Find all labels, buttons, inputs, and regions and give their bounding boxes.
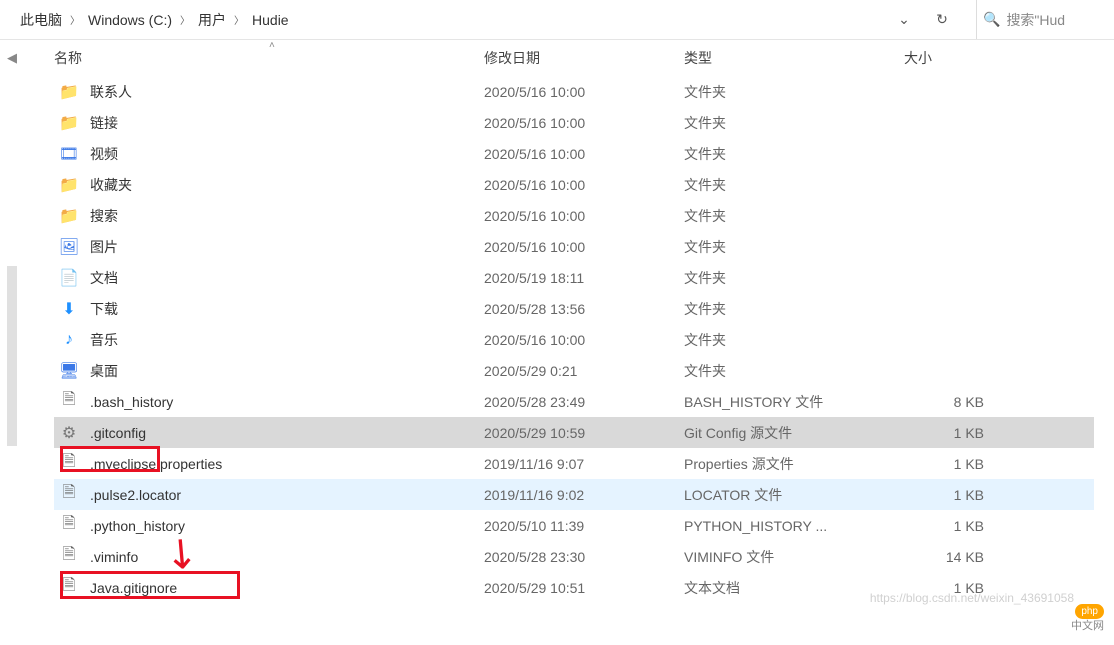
refresh-button[interactable]: ↻: [928, 6, 956, 34]
header-size[interactable]: 大小: [904, 48, 1004, 68]
file-type: PYTHON_HISTORY ...: [684, 518, 904, 534]
php-cn-text: 中文网: [1071, 617, 1104, 633]
file-name: 联系人: [90, 82, 132, 102]
search-placeholder: 搜索"Hud: [1006, 10, 1065, 30]
file-type: Git Config 源文件: [684, 423, 904, 443]
file-type: 文件夹: [684, 361, 904, 381]
file-name: .gitconfig: [90, 425, 146, 441]
file-row[interactable]: 🗎.viminfo2020/5/28 23:30VIMINFO 文件14 KB: [54, 541, 1094, 572]
header-date[interactable]: 修改日期: [484, 48, 684, 68]
file-name: 音乐: [90, 330, 118, 350]
file-name: 搜索: [90, 206, 118, 226]
file-row[interactable]: 📁联系人2020/5/16 10:00文件夹: [54, 76, 1094, 107]
file-size: 14 KB: [904, 549, 1004, 565]
file-type: VIMINFO 文件: [684, 547, 904, 567]
file-date: 2020/5/16 10:00: [484, 146, 684, 162]
breadcrumb-item[interactable]: Windows (C:): [84, 10, 176, 30]
file-name: .myeclipse.properties: [90, 456, 222, 472]
search-box[interactable]: 🔍 搜索"Hud: [976, 0, 1106, 39]
file-date: 2020/5/16 10:00: [484, 239, 684, 255]
file-date: 2020/5/16 10:00: [484, 115, 684, 131]
file-row[interactable]: ♪音乐2020/5/16 10:00文件夹: [54, 324, 1094, 355]
file-name: .bash_history: [90, 394, 173, 410]
file-name: 收藏夹: [90, 175, 132, 195]
file-row[interactable]: 📄文档2020/5/19 18:11文件夹: [54, 262, 1094, 293]
header-name[interactable]: 名称: [54, 48, 484, 68]
chevron-right-icon[interactable]: 〉: [70, 12, 80, 27]
file-name: 链接: [90, 113, 118, 133]
file-row[interactable]: 🗎.pulse2.locator2019/11/16 9:02LOCATOR 文…: [54, 479, 1094, 510]
file-name: .python_history: [90, 518, 185, 534]
file-row[interactable]: 📁收藏夹2020/5/16 10:00文件夹: [54, 169, 1094, 200]
file-size: 1 KB: [904, 518, 1004, 534]
file-row[interactable]: ⬇下载2020/5/28 13:56文件夹: [54, 293, 1094, 324]
file-type: LOCATOR 文件: [684, 485, 904, 505]
file-type: 文件夹: [684, 237, 904, 257]
file-date: 2020/5/29 10:59: [484, 425, 684, 441]
address-bar: 此电脑 〉 Windows (C:) 〉 用户 〉 Hudie ⌄ ↻ 🔍 搜索…: [0, 0, 1114, 40]
file-name: .viminfo: [90, 549, 138, 565]
file-size: 8 KB: [904, 394, 1004, 410]
file-date: 2019/11/16 9:07: [484, 456, 684, 472]
file-row[interactable]: ⚙.gitconfig2020/5/29 10:59Git Config 源文件…: [54, 417, 1094, 448]
file-row[interactable]: 🗎.myeclipse.properties2019/11/16 9:07Pro…: [54, 448, 1094, 479]
file-rows: 📁联系人2020/5/16 10:00文件夹📁链接2020/5/16 10:00…: [54, 76, 1094, 603]
breadcrumb-item[interactable]: 此电脑: [16, 8, 66, 32]
file-size: 1 KB: [904, 425, 1004, 441]
file-row[interactable]: 📁链接2020/5/16 10:00文件夹: [54, 107, 1094, 138]
file-size: 1 KB: [904, 487, 1004, 503]
file-name: .pulse2.locator: [90, 487, 181, 503]
file-date: 2020/5/16 10:00: [484, 177, 684, 193]
file-name: 图片: [90, 237, 118, 257]
chevron-right-icon[interactable]: 〉: [234, 12, 244, 27]
file-date: 2020/5/28 13:56: [484, 301, 684, 317]
dropdown-button[interactable]: ⌄: [890, 6, 918, 34]
file-date: 2020/5/28 23:30: [484, 549, 684, 565]
file-date: 2020/5/29 0:21: [484, 363, 684, 379]
file-date: 2020/5/16 10:00: [484, 84, 684, 100]
breadcrumb-item[interactable]: Hudie: [248, 10, 293, 30]
file-date: 2019/11/16 9:02: [484, 487, 684, 503]
file-row[interactable]: 🗎.bash_history2020/5/28 23:49BASH_HISTOR…: [54, 386, 1094, 417]
column-headers: ˄ 名称 修改日期 类型 大小: [54, 40, 1094, 76]
file-type: 文件夹: [684, 268, 904, 288]
breadcrumb-item[interactable]: 用户: [194, 8, 230, 32]
scrollbar[interactable]: [7, 266, 17, 446]
file-type: 文件夹: [684, 206, 904, 226]
file-row[interactable]: 🖼图片2020/5/16 10:00文件夹: [54, 231, 1094, 262]
file-name: 文档: [90, 268, 118, 288]
file-type: BASH_HISTORY 文件: [684, 392, 904, 412]
collapse-arrow-icon[interactable]: ◀: [7, 50, 17, 66]
search-icon: 🔍: [983, 11, 1000, 28]
watermark: https://blog.csdn.net/weixin_43691058: [870, 591, 1074, 605]
sort-indicator-icon: ˄: [269, 40, 275, 51]
nav-gutter: ◀: [0, 40, 24, 645]
file-name: 视频: [90, 144, 118, 164]
file-row[interactable]: 📁搜索2020/5/16 10:00文件夹: [54, 200, 1094, 231]
file-type: Properties 源文件: [684, 454, 904, 474]
file-type: 文件夹: [684, 144, 904, 164]
file-date: 2020/5/10 11:39: [484, 518, 684, 534]
file-type: 文件夹: [684, 299, 904, 319]
file-type: 文件夹: [684, 82, 904, 102]
file-name: 桌面: [90, 361, 118, 381]
chevron-right-icon[interactable]: 〉: [180, 12, 190, 27]
file-date: 2020/5/16 10:00: [484, 208, 684, 224]
header-type[interactable]: 类型: [684, 48, 904, 68]
file-row[interactable]: 🖥桌面2020/5/29 0:21文件夹: [54, 355, 1094, 386]
file-type: 文件夹: [684, 113, 904, 133]
file-row[interactable]: 🗎.python_history2020/5/10 11:39PYTHON_HI…: [54, 510, 1094, 541]
file-date: 2020/5/16 10:00: [484, 332, 684, 348]
breadcrumb: 此电脑 〉 Windows (C:) 〉 用户 〉 Hudie: [8, 8, 880, 32]
file-date: 2020/5/28 23:49: [484, 394, 684, 410]
file-date: 2020/5/29 10:51: [484, 580, 684, 596]
file-name: 下载: [90, 299, 118, 319]
file-type: 文件夹: [684, 330, 904, 350]
file-row[interactable]: 🎞视频2020/5/16 10:00文件夹: [54, 138, 1094, 169]
file-date: 2020/5/19 18:11: [484, 270, 684, 286]
file-type: 文件夹: [684, 175, 904, 195]
file-size: 1 KB: [904, 456, 1004, 472]
file-name: Java.gitignore: [90, 580, 177, 596]
